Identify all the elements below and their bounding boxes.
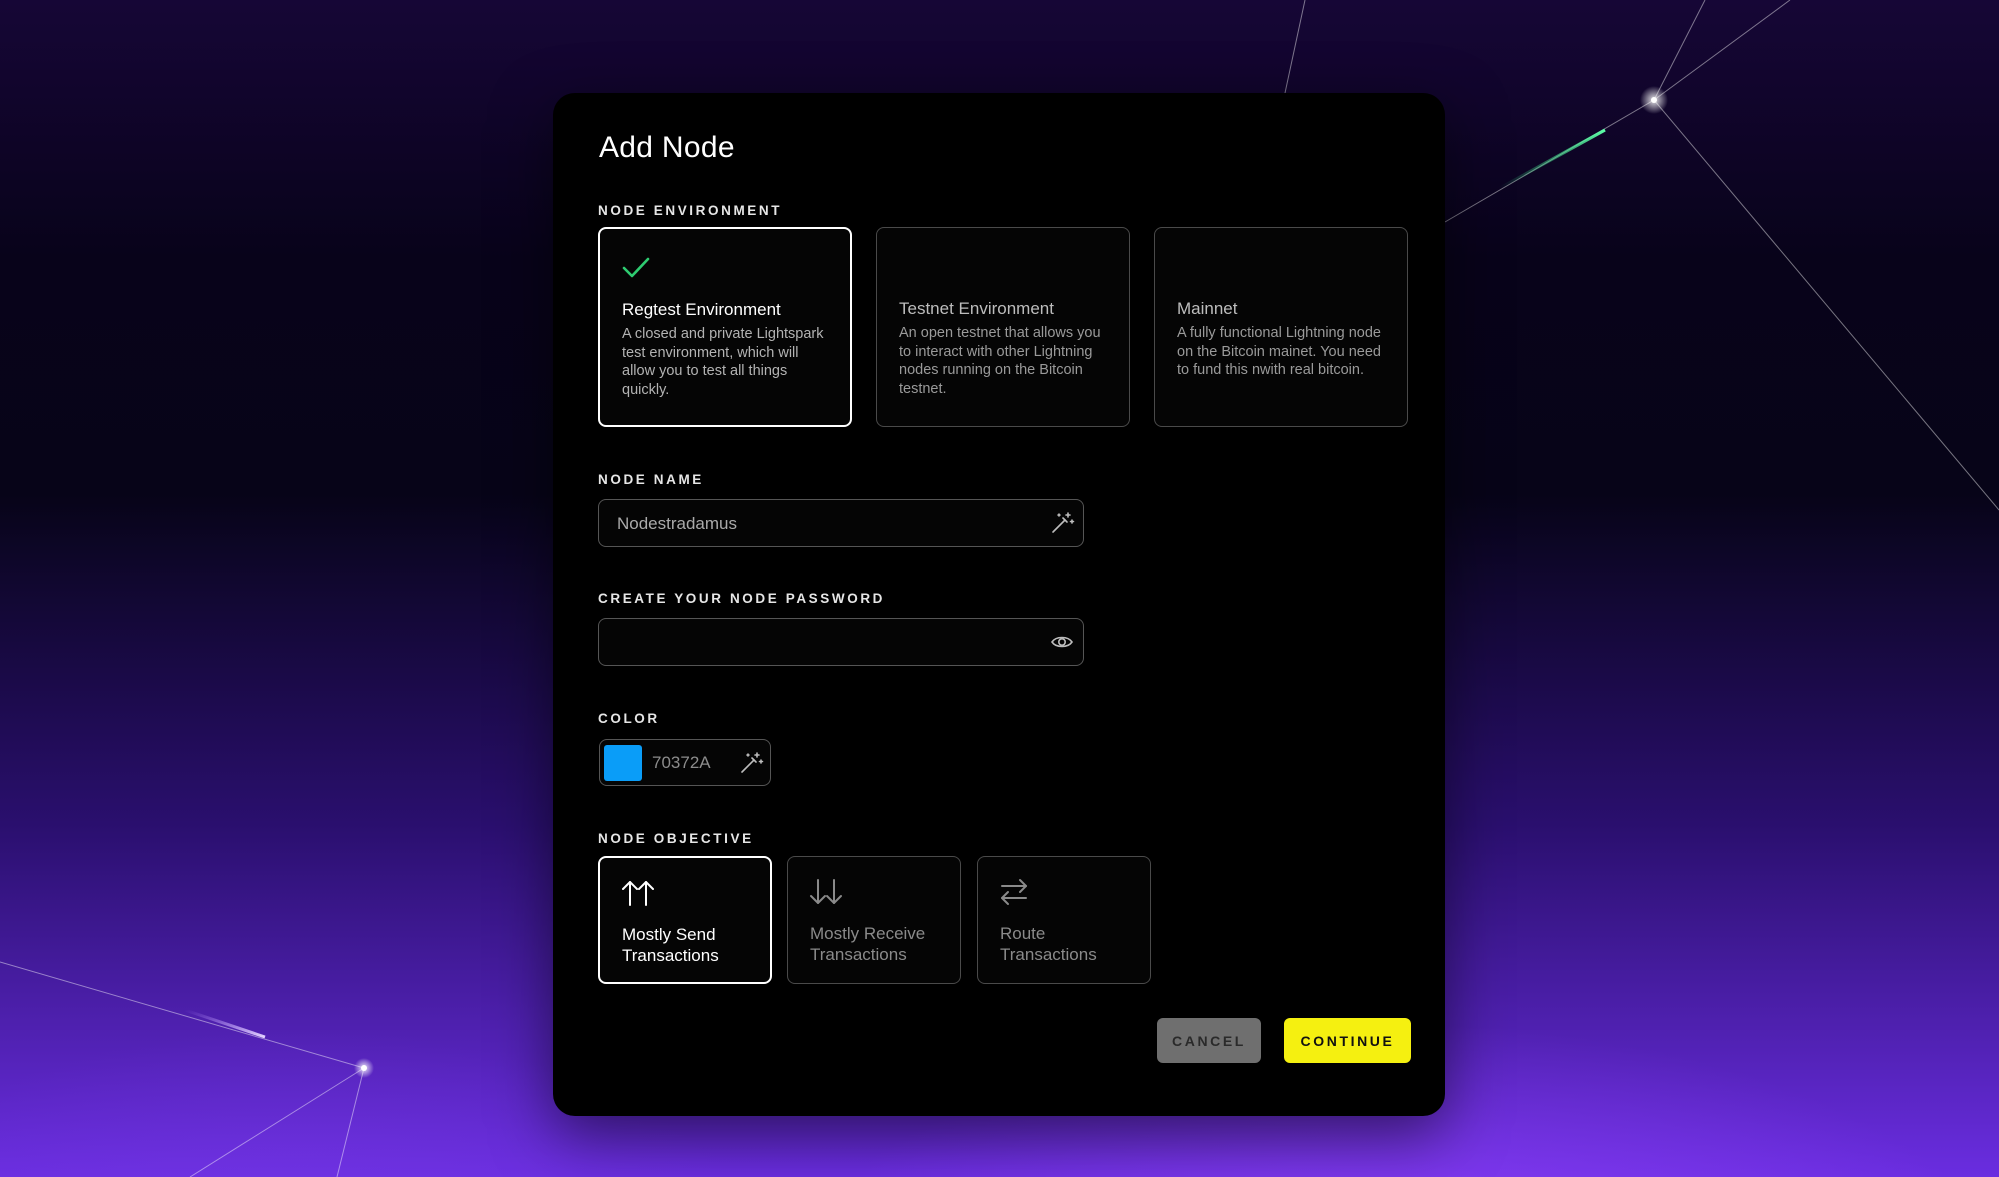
objective-label: Route Transactions (1000, 924, 1097, 964)
env-option-testnet[interactable]: Testnet Environment An open testnet that… (876, 227, 1130, 427)
objective-receive[interactable]: Mostly Receive Transactions (787, 856, 961, 984)
dialog-title: Add Node (599, 131, 735, 164)
double-arrow-up-icon (622, 881, 654, 906)
objective-label: Mostly Receive Transactions (810, 924, 926, 964)
cancel-button[interactable]: CANCEL (1157, 1018, 1261, 1063)
color-picker[interactable]: 70372A (599, 739, 771, 786)
env-option-name: Testnet Environment (899, 299, 1054, 318)
env-option-description: An open testnet that allows you to inter… (899, 325, 1101, 397)
objective-send[interactable]: Mostly Send Transactions (598, 856, 772, 984)
checkmark-icon (622, 257, 650, 278)
eye-icon[interactable] (1049, 629, 1075, 655)
node-objective-label: NODE OBJECTIVE (598, 831, 754, 846)
objective-label: Mostly Send Transactions (622, 925, 719, 965)
node-name-input[interactable] (615, 500, 1039, 547)
color-swatch[interactable] (604, 745, 642, 781)
color-label: COLOR (598, 711, 660, 726)
objective-route[interactable]: Route Transactions (977, 856, 1151, 984)
add-node-dialog: Add Node NODE ENVIRONMENT Regtest Enviro… (553, 93, 1445, 1116)
node-environment-label: NODE ENVIRONMENT (598, 203, 783, 218)
env-option-regtest[interactable]: Regtest Environment A closed and private… (598, 227, 852, 427)
env-option-name: Regtest Environment (622, 300, 781, 319)
env-option-description: A fully functional Lightning node on the… (1177, 325, 1381, 378)
password-label: CREATE YOUR NODE PASSWORD (598, 591, 886, 606)
password-input[interactable] (615, 619, 1039, 666)
node-name-field (598, 499, 1084, 547)
env-option-mainnet[interactable]: Mainnet A fully functional Lightning nod… (1154, 227, 1408, 427)
env-option-name: Mainnet (1177, 299, 1238, 318)
node-name-label: NODE NAME (598, 472, 704, 487)
magic-wand-icon[interactable] (1049, 510, 1075, 536)
env-option-description: A closed and private Lightspark test env… (622, 326, 824, 398)
continue-button[interactable]: CONTINUE (1284, 1018, 1411, 1063)
double-arrow-down-icon (810, 879, 842, 904)
color-hex-value[interactable]: 70372A (652, 753, 711, 773)
magic-wand-icon[interactable] (738, 750, 764, 776)
password-field (598, 618, 1084, 666)
swap-arrows-icon (1001, 879, 1027, 905)
